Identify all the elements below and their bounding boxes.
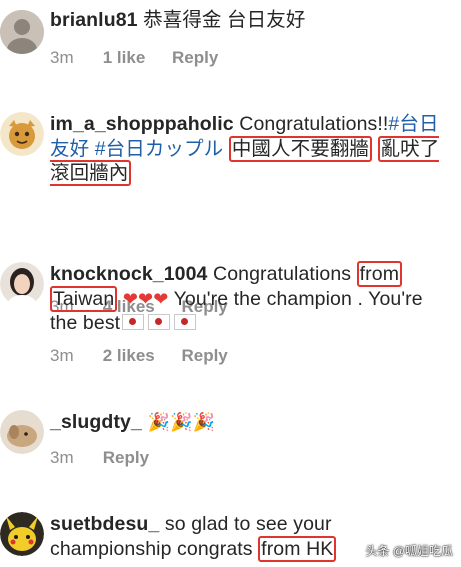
avatar[interactable]	[0, 262, 44, 306]
reply-button[interactable]: Reply	[181, 346, 227, 366]
comment-text: brianlu81 恭喜得金 台日友好	[50, 8, 455, 33]
hashtag-link[interactable]: #台日カップル	[95, 138, 224, 160]
username[interactable]: brianlu81	[50, 9, 138, 31]
cartoon-avatar-icon	[0, 112, 44, 156]
pikachu-avatar-icon	[0, 512, 44, 556]
comment-text: knocknock_1004 Congratulations from Taiw…	[50, 261, 455, 336]
highlighted-text: Taiwan	[50, 285, 118, 312]
heart-icon: ❤	[153, 288, 169, 309]
highlighted-text: 中國人不要翻牆	[228, 135, 373, 162]
heart-icon: ❤	[138, 288, 154, 309]
comment-body: 恭喜得金 台日友好	[143, 9, 306, 31]
comment-knocknock_1004: knocknock_1004 Congratulations from Taiw…	[0, 250, 461, 380]
likes-count[interactable]: 1 like	[103, 48, 146, 68]
avatar[interactable]	[0, 512, 44, 556]
comment-text: _slugdty_ 🎉🎉🎉	[50, 410, 455, 435]
username[interactable]: im_a_shopppaholic	[50, 113, 234, 135]
reply-button[interactable]: Reply	[103, 448, 149, 468]
heart-icon: ❤	[122, 288, 139, 309]
avatar[interactable]	[0, 410, 44, 454]
timestamp: 3m	[50, 448, 74, 467]
japan-flag-icon	[122, 314, 145, 330]
username[interactable]: _slugdty_	[50, 411, 142, 433]
comment-meta: 3m 1 like Reply	[50, 48, 218, 68]
username[interactable]: knocknock_1004	[50, 263, 208, 285]
comment-meta: 3m 2 likes Reply	[50, 346, 228, 366]
highlighted-text: from	[356, 261, 403, 287]
timestamp: 3m	[50, 346, 74, 365]
reply-button[interactable]: Reply	[172, 48, 218, 68]
avatar[interactable]	[0, 10, 44, 54]
comment-im_a_shopppaholic: im_a_shopppaholic Congratulations!!#台日友好…	[0, 100, 461, 316]
avatar-image-icon	[0, 10, 44, 54]
watermark: 头条 @呱姐吃瓜	[365, 544, 453, 558]
timestamp: 3m	[50, 48, 74, 67]
avatar[interactable]	[0, 112, 44, 156]
comment-meta: 3m Reply	[50, 448, 149, 468]
username[interactable]: suetbdesu_	[50, 513, 159, 535]
highlighted-text: from HK	[258, 535, 337, 562]
dog-avatar-icon	[0, 410, 44, 454]
comment-body: Congratulations!!	[239, 113, 389, 135]
party-popper-icon: 🎉🎉🎉	[147, 412, 216, 432]
comment-brianlu81: brianlu81 恭喜得金 台日友好 3m 1 like Reply	[0, 0, 461, 84]
comment-body: You're the champion .	[173, 287, 363, 310]
comment-text: im_a_shopppaholic Congratulations!!#台日友好…	[50, 112, 455, 186]
comment-_slugdty_: _slugdty_ 🎉🎉🎉 3m Reply	[0, 400, 461, 480]
comment-body: Congratulations	[213, 263, 352, 285]
japan-flag-icon	[148, 314, 171, 330]
japan-flag-icon	[174, 314, 197, 330]
photo-avatar-icon	[0, 262, 44, 306]
likes-count[interactable]: 2 likes	[103, 346, 155, 366]
